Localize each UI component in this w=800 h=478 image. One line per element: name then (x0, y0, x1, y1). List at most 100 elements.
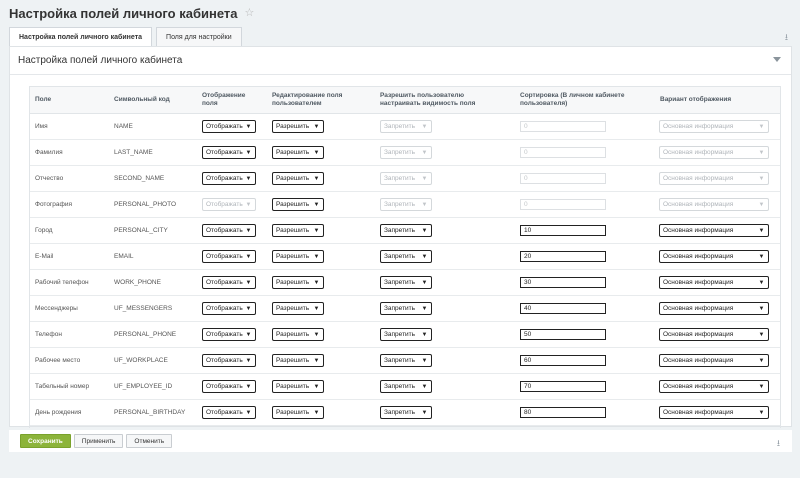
variant-select: Основная информация ▼ (659, 120, 769, 133)
sort-input[interactable]: 60 (520, 355, 606, 366)
table-row: Фамилия LAST_NAME Отображать ▼ Разрешить ▼ Зап… (30, 140, 780, 166)
variant-select-value: Основная информация (663, 409, 734, 416)
field-name: Табельный номер (35, 383, 90, 390)
footer-pin-icon[interactable]: ⭳ (777, 436, 780, 452)
variant-select[interactable]: Основная информация ▼ (659, 250, 769, 263)
variant-select[interactable]: Основная информация ▼ (659, 328, 769, 341)
variant-select[interactable]: Основная информация ▼ (659, 302, 769, 315)
edit-select[interactable]: Разрешить ▼ (272, 146, 324, 159)
header-code: Символьный код (114, 96, 170, 103)
edit-select[interactable]: Разрешить ▼ (272, 250, 324, 263)
visibility-select[interactable]: Запретить ▼ (380, 406, 432, 419)
edit-select[interactable]: Разрешить ▼ (272, 354, 324, 367)
header-edit-line2: пользователем (272, 100, 322, 107)
edit-select[interactable]: Разрешить ▼ (272, 406, 324, 419)
display-select[interactable]: Отображать ▼ (202, 120, 256, 133)
visibility-select: Запретить ▼ (380, 146, 432, 159)
sort-input[interactable]: 10 (520, 225, 606, 236)
star-icon[interactable]: ☆ (244, 7, 254, 19)
chevron-down-icon: ▼ (313, 149, 320, 156)
chevron-down-icon: ▼ (421, 175, 428, 182)
edit-select[interactable]: Разрешить ▼ (272, 198, 324, 211)
variant-select[interactable]: Основная информация ▼ (659, 224, 769, 237)
sort-input[interactable]: 80 (520, 407, 606, 418)
display-select[interactable]: Отображать ▼ (202, 406, 256, 419)
edit-select[interactable]: Разрешить ▼ (272, 224, 324, 237)
table-row: Имя NAME Отображать ▼ Разрешить ▼ Запретить ▼ 0 О… (30, 114, 780, 140)
visibility-select-value: Запретить (384, 227, 416, 234)
edit-select[interactable]: Разрешить ▼ (272, 302, 324, 315)
display-select[interactable]: Отображать ▼ (202, 328, 256, 341)
variant-select-value: Основная информация (663, 305, 734, 312)
chevron-down-icon: ▼ (758, 175, 765, 182)
edit-select[interactable]: Разрешить ▼ (272, 328, 324, 341)
tab-fields[interactable]: Поля для настройки (156, 27, 242, 46)
sort-input[interactable]: 50 (520, 329, 606, 340)
edit-select[interactable]: Разрешить ▼ (272, 120, 324, 133)
edit-select[interactable]: Разрешить ▼ (272, 172, 324, 185)
sort-input[interactable]: 70 (520, 381, 606, 392)
variant-select[interactable]: Основная информация ▼ (659, 406, 769, 419)
variant-select-value: Основная информация (663, 383, 734, 390)
display-select[interactable]: Отображать ▼ (202, 172, 256, 185)
variant-select-value: Основная информация (663, 149, 734, 156)
collapse-chevron-down-icon[interactable] (773, 57, 781, 62)
save-button[interactable]: Сохранить (20, 434, 71, 448)
apply-button[interactable]: Применить (73, 434, 124, 448)
sort-input[interactable]: 30 (520, 277, 606, 288)
display-select-value: Отображать (206, 201, 243, 208)
pin-icon[interactable]: ⭳ (785, 30, 788, 46)
chevron-down-icon: ▼ (758, 357, 765, 364)
chevron-down-icon: ▼ (421, 383, 428, 390)
visibility-select-value: Запретить (384, 123, 416, 130)
panel-header: Настройка полей личного кабинета (10, 47, 791, 75)
tab-settings[interactable]: Настройка полей личного кабинета (9, 27, 153, 46)
display-select[interactable]: Отображать ▼ (202, 224, 256, 237)
display-select[interactable]: Отображать ▼ (202, 354, 256, 367)
field-name: День рождения (35, 409, 82, 416)
edit-select-value: Разрешить (276, 409, 310, 416)
visibility-select[interactable]: Запретить ▼ (380, 380, 432, 393)
visibility-select: Запретить ▼ (380, 120, 432, 133)
visibility-select[interactable]: Запретить ▼ (380, 224, 432, 237)
chevron-down-icon: ▼ (421, 123, 428, 130)
display-select[interactable]: Отображать ▼ (202, 250, 256, 263)
variant-select[interactable]: Основная информация ▼ (659, 276, 769, 289)
display-select[interactable]: Отображать ▼ (202, 276, 256, 289)
chevron-down-icon: ▼ (758, 305, 765, 312)
chevron-down-icon: ▼ (245, 357, 252, 364)
chevron-down-icon: ▼ (758, 149, 765, 156)
chevron-down-icon: ▼ (313, 383, 320, 390)
chevron-down-icon: ▼ (758, 331, 765, 338)
variant-select[interactable]: Основная информация ▼ (659, 380, 769, 393)
chevron-down-icon: ▼ (245, 123, 252, 130)
edit-select[interactable]: Разрешить ▼ (272, 380, 324, 393)
field-name: E-Mail (35, 253, 54, 260)
chevron-down-icon: ▼ (245, 305, 252, 312)
cancel-button[interactable]: Отменить (126, 434, 173, 448)
visibility-select[interactable]: Запретить ▼ (380, 354, 432, 367)
edit-select[interactable]: Разрешить ▼ (272, 276, 324, 289)
chevron-down-icon: ▼ (245, 383, 252, 390)
edit-select-value: Разрешить (276, 279, 310, 286)
visibility-select[interactable]: Запретить ▼ (380, 328, 432, 341)
field-name: Мессенджеры (35, 305, 78, 312)
field-name: Город (35, 227, 53, 234)
visibility-select[interactable]: Запретить ▼ (380, 276, 432, 289)
display-select[interactable]: Отображать ▼ (202, 380, 256, 393)
chevron-down-icon: ▼ (245, 331, 252, 338)
variant-select[interactable]: Основная информация ▼ (659, 354, 769, 367)
display-select[interactable]: Отображать ▼ (202, 302, 256, 315)
visibility-select[interactable]: Запретить ▼ (380, 302, 432, 315)
display-select[interactable]: Отображать ▼ (202, 146, 256, 159)
chevron-down-icon: ▼ (313, 409, 320, 416)
variant-select-value: Основная информация (663, 123, 734, 130)
visibility-select[interactable]: Запретить ▼ (380, 250, 432, 263)
variant-select-value: Основная информация (663, 331, 734, 338)
display-select-value: Отображать (206, 253, 243, 260)
field-code: SECOND_NAME (114, 175, 165, 182)
sort-input[interactable]: 20 (520, 251, 606, 262)
edit-select-value: Разрешить (276, 383, 310, 390)
sort-input[interactable]: 40 (520, 303, 606, 314)
field-code: PERSONAL_BIRTHDAY (114, 409, 186, 416)
